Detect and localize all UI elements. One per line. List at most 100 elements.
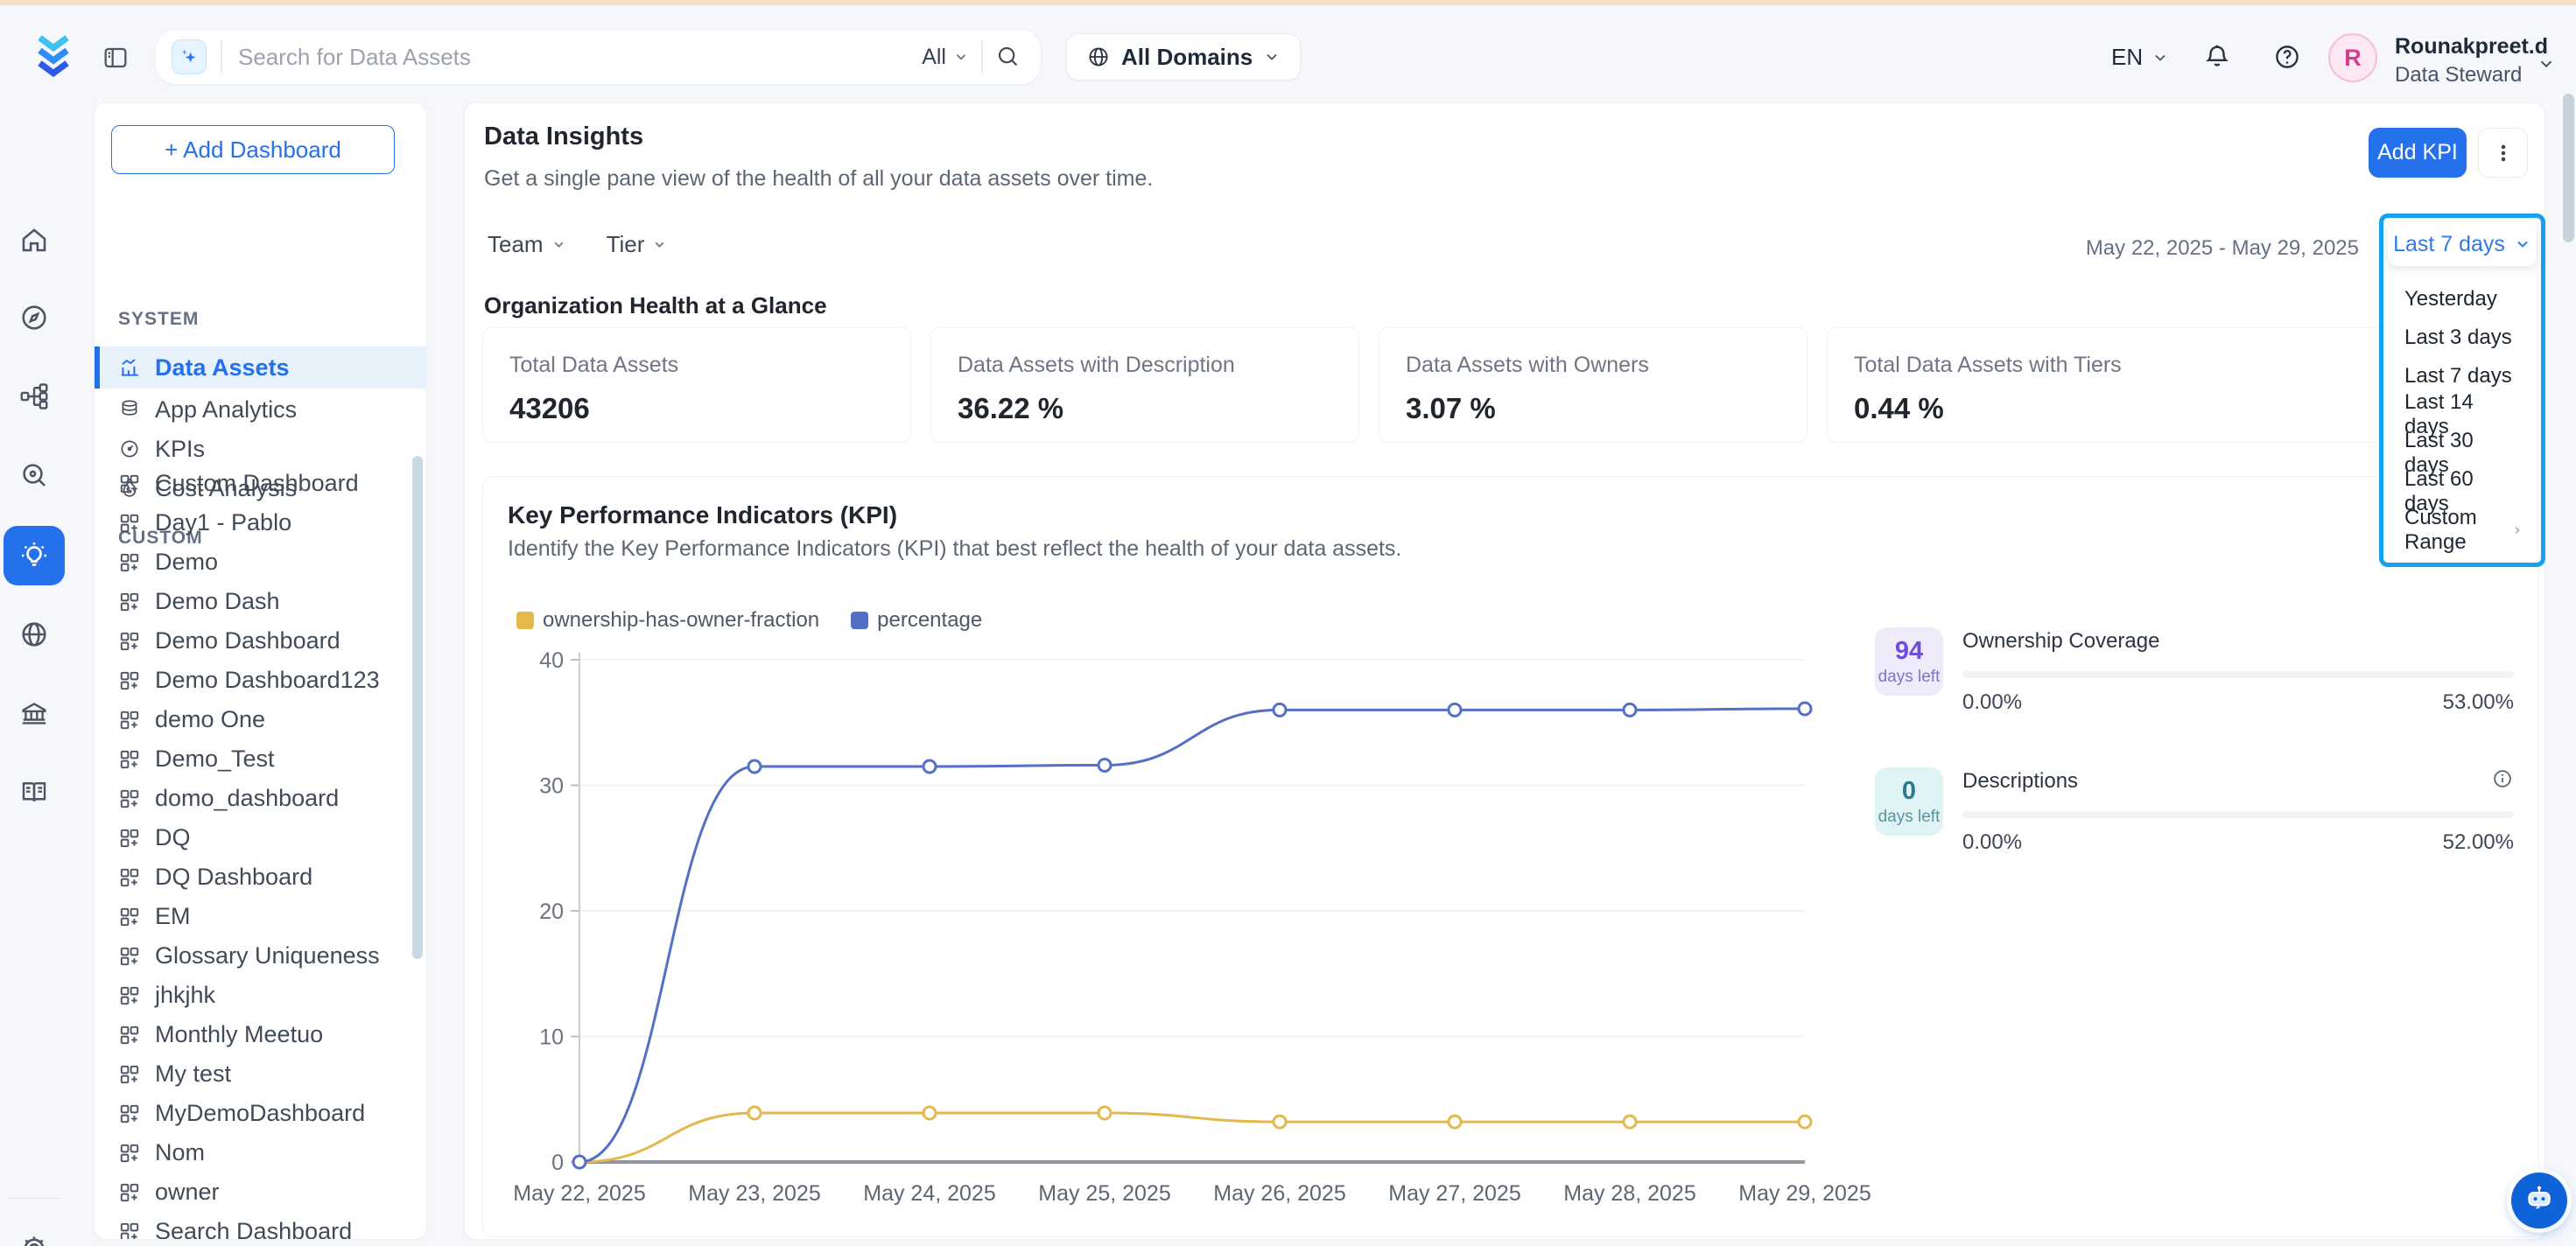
kpi-widget-title: Ownership Coverage: [1962, 629, 2514, 654]
sidebar-item-custom-dashboard[interactable]: Demo Dashboard123: [95, 661, 426, 700]
time-range-dropdown: Last 7 days Yesterday Last 3 days Last 7…: [2379, 214, 2545, 567]
svg-text:May 25, 2025: May 25, 2025: [1038, 1181, 1171, 1206]
sidebar-item-custom-dashboard[interactable]: Monthly Meetuo: [95, 1015, 426, 1054]
sidebar-item-custom-dashboard[interactable]: Search Dashboard: [95, 1212, 426, 1240]
svg-text:May 26, 2025: May 26, 2025: [1213, 1181, 1346, 1206]
sidebar-item-custom-dashboard[interactable]: Demo: [95, 542, 426, 582]
app-logo[interactable]: [35, 33, 72, 82]
sidebar-item-label: Demo Dashboard123: [155, 667, 380, 694]
sidebar-item-custom-dashboard[interactable]: Day1 - Pablo: [95, 503, 426, 542]
user-menu[interactable]: Rounakpreet.d Data Steward: [2395, 34, 2526, 88]
time-range-trigger[interactable]: Last 7 days: [2388, 222, 2537, 266]
dashboard-add-icon: [118, 866, 141, 889]
sidebar-item-custom-dashboard[interactable]: domo_dashboard: [95, 779, 426, 818]
dashboard-add-icon: [118, 984, 141, 1007]
sidebar-item-app-analytics[interactable]: App Analytics: [95, 388, 426, 430]
explore-compass-icon[interactable]: [18, 302, 50, 333]
info-icon[interactable]: [2491, 767, 2514, 790]
sidebar-item-custom-dashboard[interactable]: Nom: [95, 1133, 426, 1172]
sidebar-item-custom-dashboard[interactable]: Demo_Test: [95, 739, 426, 779]
chevron-down-icon[interactable]: [2537, 54, 2556, 74]
sidebar-item-label: Monthly Meetuo: [155, 1021, 323, 1048]
svg-text:30: 30: [539, 774, 564, 799]
sidebar-item-custom-dashboard[interactable]: MyDemoDashboard: [95, 1094, 426, 1133]
search-input[interactable]: [238, 44, 909, 71]
page-scrollbar-thumb[interactable]: [2563, 94, 2574, 242]
glossary-book-icon[interactable]: [18, 776, 50, 808]
sidebar-item-custom-dashboard[interactable]: jhkjhk: [95, 976, 426, 1015]
progress-track: [1962, 811, 2514, 818]
user-name: Rounakpreet.d: [2395, 34, 2526, 60]
more-options-button[interactable]: [2478, 128, 2528, 178]
chevron-down-icon: [652, 237, 667, 252]
dashboard-add-icon: [118, 709, 141, 732]
chart-legend: ownership-has-owner-fraction percentage: [516, 608, 982, 633]
avatar[interactable]: R: [2328, 33, 2377, 82]
sidebar-item-custom-dashboard[interactable]: DQ Dashboard: [95, 858, 426, 897]
language-selector[interactable]: EN: [2111, 44, 2169, 71]
dashboard-add-icon: [118, 1063, 141, 1086]
database-icon: [118, 398, 141, 421]
add-dashboard-button[interactable]: + Add Dashboard: [111, 125, 395, 174]
sidebar-item-label: owner: [155, 1179, 220, 1206]
domains-globe-icon[interactable]: [18, 619, 50, 650]
days-left-badge: 0 days left: [1875, 767, 1943, 836]
legend-label: percentage: [877, 608, 982, 633]
sidebar-item-label: Glossary Uniqueness: [155, 942, 380, 970]
lineage-sitemap-icon[interactable]: [18, 381, 50, 412]
progress-values: 0.00% 52.00%: [1962, 830, 2514, 855]
legend-swatch: [851, 612, 868, 629]
sidebar-item-custom-dashboard[interactable]: Glossary Uniqueness: [95, 936, 426, 976]
notifications-bell-icon[interactable]: [2202, 42, 2232, 72]
time-range-menu: Yesterday Last 3 days Last 7 days Last 1…: [2383, 266, 2541, 558]
help-icon[interactable]: [2272, 42, 2302, 72]
sidebar-item-custom-dashboard[interactable]: EM: [95, 897, 426, 936]
sidebar-item-custom-dashboard[interactable]: owner: [95, 1172, 426, 1212]
days-left-value: 0: [1902, 777, 1916, 806]
sidebar-item-custom-dashboard[interactable]: My test: [95, 1054, 426, 1094]
progress-target-value: 52.00%: [2443, 830, 2514, 855]
settings-gear-icon[interactable]: [18, 1233, 50, 1246]
add-kpi-button[interactable]: Add KPI: [2369, 128, 2467, 178]
sidebar-scrollbar-thumb[interactable]: [412, 456, 423, 959]
sidebar-item-label: Demo Dashboard: [155, 627, 340, 654]
sidebar-item-custom-dashboard[interactable]: Demo Dashboard: [95, 621, 426, 661]
legend-item[interactable]: percentage: [851, 608, 982, 633]
kpi-widget-title: Descriptions: [1962, 769, 2514, 794]
summary-card-label: Data Assets with Owners: [1406, 353, 1780, 378]
sidebar-item-label: My test: [155, 1060, 231, 1088]
dashboard-add-icon: [118, 1142, 141, 1165]
sidebar-item-label: Demo_Test: [155, 746, 275, 773]
sidebar-item-custom-dashboard[interactable]: demo One: [95, 700, 426, 739]
global-search[interactable]: All: [155, 29, 1042, 85]
chat-assistant-button[interactable]: [2511, 1172, 2567, 1228]
insights-nav-active[interactable]: [4, 526, 65, 585]
observability-search-icon[interactable]: [18, 459, 50, 491]
system-section-label: SYSTEM: [118, 309, 199, 330]
time-range-option[interactable]: Last 3 days: [2383, 318, 2541, 357]
time-range-option[interactable]: Custom Range: [2383, 511, 2541, 550]
filters-row: Team Tier: [488, 231, 667, 258]
days-left-badge: 94 days left: [1875, 627, 1943, 696]
home-icon[interactable]: [18, 224, 50, 256]
team-filter[interactable]: Team: [488, 231, 566, 258]
search-scope-dropdown[interactable]: All: [909, 45, 981, 70]
sidebar-item-data-assets[interactable]: Data Assets: [95, 346, 426, 388]
sidebar-item-custom-dashboard[interactable]: Custom Dashboard: [95, 464, 426, 503]
governance-bank-icon[interactable]: [18, 697, 50, 729]
sidebar-item-custom-dashboard[interactable]: Demo Dash: [95, 582, 426, 621]
legend-item[interactable]: ownership-has-owner-fraction: [516, 608, 819, 633]
date-range-label: May 22, 2025 - May 29, 2025: [2086, 236, 2359, 261]
sidebar-collapse-icon[interactable]: [102, 44, 130, 72]
domains-selector[interactable]: All Domains: [1066, 33, 1301, 80]
ai-sparkle-icon[interactable]: [172, 39, 207, 74]
dashboard-add-icon: [118, 551, 141, 574]
line-chart-icon: [118, 356, 141, 379]
sidebar-item-custom-dashboard[interactable]: DQ: [95, 818, 426, 858]
time-range-option[interactable]: Yesterday: [2383, 280, 2541, 318]
language-label: EN: [2111, 44, 2143, 71]
tier-filter[interactable]: Tier: [607, 231, 668, 258]
sidebar-item-label: jhkjhk: [155, 982, 215, 1009]
search-icon[interactable]: [995, 44, 1021, 70]
user-role: Data Steward: [2395, 63, 2526, 88]
